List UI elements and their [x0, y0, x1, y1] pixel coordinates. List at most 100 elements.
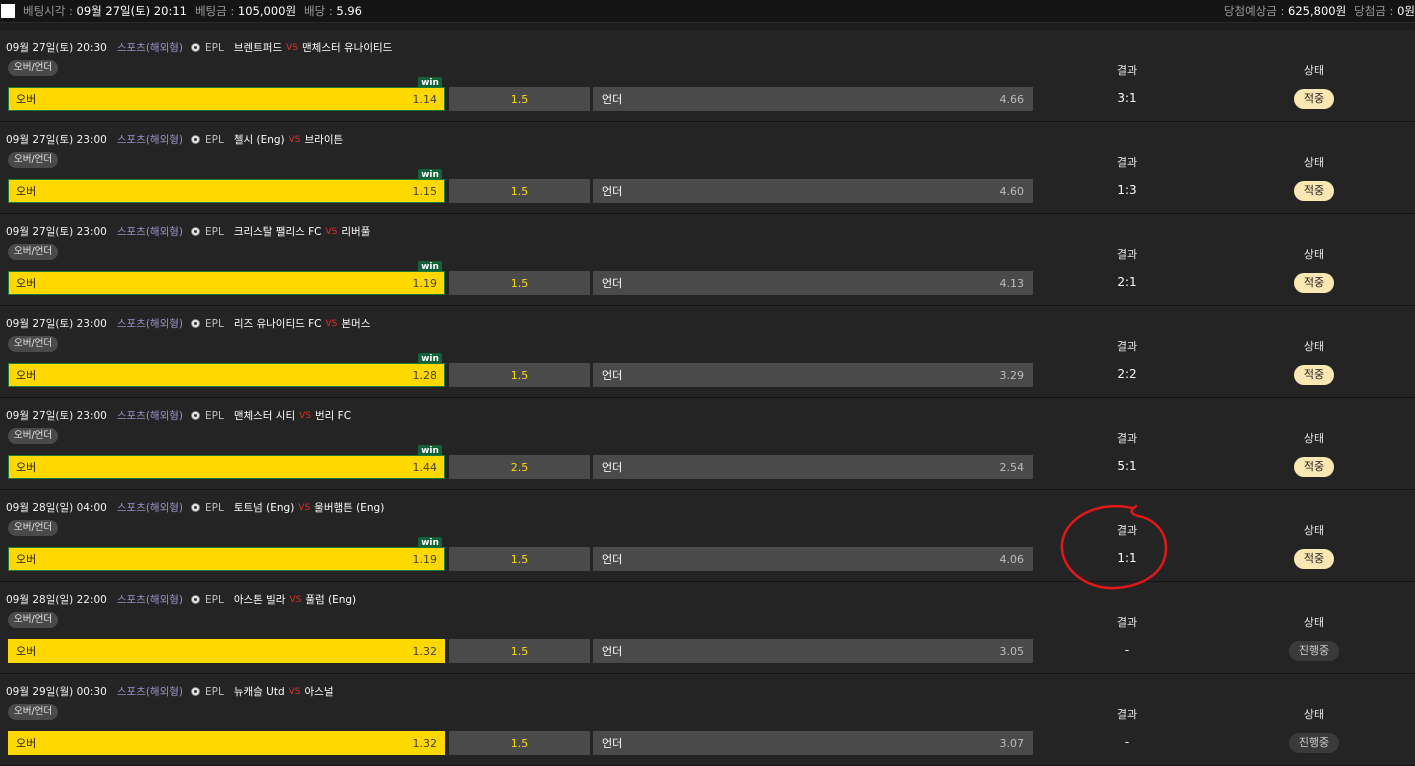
over-bet-button[interactable]: 오버 1.15	[8, 179, 445, 203]
under-bet-button[interactable]: 언더 4.60	[593, 179, 1033, 203]
home-team: 아스톤 빌라	[233, 594, 286, 606]
match-result: -	[1124, 735, 1130, 749]
match-result: 2:2	[1117, 367, 1137, 381]
under-bet-button[interactable]: 언더 3.07	[593, 731, 1033, 755]
over-odds: 1.14	[412, 92, 438, 106]
match-date: 09월 27일(토) 23:00	[6, 226, 107, 238]
match-row: 09월 27일(토) 23:00 스포츠(해외형) EPL 리즈 유나이티드 F…	[0, 306, 1415, 398]
vs-label: VS	[299, 410, 312, 421]
status-badge: 진행중	[1289, 733, 1339, 753]
over-odds: 1.15	[412, 184, 438, 198]
over-label: 오버	[16, 185, 37, 198]
status-label: 상태	[1303, 524, 1325, 537]
over-odds: 1.19	[412, 276, 438, 290]
payout-amount: 당첨금 : 0원	[1354, 4, 1415, 18]
league-name: EPL	[205, 41, 224, 54]
match-header: 09월 27일(토) 23:00 스포츠(해외형) EPL 첼시 (Eng) V…	[6, 132, 343, 147]
over-label: 오버	[16, 369, 37, 382]
status-badge: 진행중	[1289, 641, 1339, 661]
status-badge: 적중	[1294, 181, 1334, 201]
vs-label: VS	[288, 686, 301, 697]
match-header: 09월 27일(토) 23:00 스포츠(해외형) EPL 맨체스터 시티 VS…	[6, 408, 351, 423]
match-header: 09월 29일(월) 00:30 스포츠(해외형) EPL 뉴캐슬 Utd VS…	[6, 684, 333, 699]
soccer-ball-icon	[191, 43, 200, 52]
under-odds: 3.05	[999, 644, 1025, 658]
match-date: 09월 27일(토) 23:00	[6, 410, 107, 422]
vs-label: VS	[298, 502, 311, 513]
soccer-ball-icon	[191, 319, 200, 328]
total-odds: 배당 : 5.96	[304, 4, 362, 18]
under-bet-button[interactable]: 언더 4.66	[593, 87, 1033, 111]
vs-label: VS	[289, 594, 302, 605]
under-label: 언더	[602, 185, 623, 198]
under-label: 언더	[602, 461, 623, 474]
under-odds: 4.13	[999, 276, 1025, 290]
under-bet-button[interactable]: 언더 2.54	[593, 455, 1033, 479]
match-row: 09월 27일(토) 23:00 스포츠(해외형) EPL 첼시 (Eng) V…	[0, 122, 1415, 214]
match-header: 09월 28일(일) 04:00 스포츠(해외형) EPL 토트넘 (Eng) …	[6, 500, 384, 515]
over-bet-button[interactable]: 오버 1.19	[8, 547, 445, 571]
over-bet-button[interactable]: 오버 1.32	[8, 731, 445, 755]
result-label: 결과	[1116, 248, 1138, 261]
bet-type-pill: 오버/언더	[8, 704, 59, 720]
under-label: 언더	[602, 93, 623, 106]
match-result: 1:3	[1117, 183, 1137, 197]
vs-label: VS	[325, 318, 338, 329]
match-row: 09월 27일(토) 23:00 스포츠(해외형) EPL 맨체스터 시티 VS…	[0, 398, 1415, 490]
over-label: 오버	[16, 461, 37, 474]
over-bet-button[interactable]: 오버 1.14	[8, 87, 445, 111]
over-odds: 1.32	[412, 736, 438, 750]
soccer-ball-icon	[191, 135, 200, 144]
status-label: 상태	[1303, 432, 1325, 445]
status-badge: 적중	[1294, 549, 1334, 569]
league-name: EPL	[205, 685, 224, 698]
bet-type-pill: 오버/언더	[8, 520, 59, 536]
over-bet-button[interactable]: 오버 1.28	[8, 363, 445, 387]
under-label: 언더	[602, 277, 623, 290]
home-team: 맨체스터 시티	[233, 410, 296, 422]
over-bet-button[interactable]: 오버 1.19	[8, 271, 445, 295]
over-odds: 1.32	[412, 644, 438, 658]
status-label: 상태	[1303, 708, 1325, 721]
home-team: 뉴캐슬 Utd	[233, 686, 285, 698]
league-name: EPL	[205, 593, 224, 606]
over-bet-button[interactable]: 오버 1.32	[8, 639, 445, 663]
bet-type-pill: 오버/언더	[8, 428, 59, 444]
soccer-ball-icon	[191, 411, 200, 420]
bet-type-pill: 오버/언더	[8, 244, 59, 260]
select-checkbox[interactable]	[1, 4, 15, 18]
handicap-line: 1.5	[449, 87, 590, 111]
over-odds: 1.44	[412, 460, 438, 474]
soccer-ball-icon	[191, 227, 200, 236]
status-label: 상태	[1303, 156, 1325, 169]
match-row: 09월 29일(월) 00:30 스포츠(해외형) EPL 뉴캐슬 Utd VS…	[0, 674, 1415, 766]
result-label: 결과	[1116, 156, 1138, 169]
over-bet-button[interactable]: 오버 1.44	[8, 455, 445, 479]
bet-type-pill: 오버/언더	[8, 336, 59, 352]
bet-slip-header: 베팅시각 : 09월 27일(토) 20:11 베팅금 : 105,000원 배…	[0, 0, 1415, 23]
status-label: 상태	[1303, 248, 1325, 261]
handicap-line: 1.5	[449, 271, 590, 295]
under-odds: 3.07	[999, 736, 1025, 750]
under-bet-button[interactable]: 언더 4.06	[593, 547, 1033, 571]
away-team: 울버햄튼 (Eng)	[314, 502, 385, 514]
vs-label: VS	[286, 42, 299, 53]
under-label: 언더	[602, 645, 623, 658]
under-odds: 3.29	[999, 368, 1025, 382]
match-category: 스포츠(해외형)	[116, 42, 183, 54]
result-label: 결과	[1116, 524, 1138, 537]
match-row: 09월 27일(토) 23:00 스포츠(해외형) EPL 크리스탈 팰리스 F…	[0, 214, 1415, 306]
match-header: 09월 27일(토) 23:00 스포츠(해외형) EPL 크리스탈 팰리스 F…	[6, 224, 370, 239]
under-bet-button[interactable]: 언더 4.13	[593, 271, 1033, 295]
result-label: 결과	[1116, 708, 1138, 721]
under-bet-button[interactable]: 언더 3.29	[593, 363, 1033, 387]
match-result: 3:1	[1117, 91, 1137, 105]
league-name: EPL	[205, 501, 224, 514]
over-label: 오버	[16, 93, 37, 106]
over-label: 오버	[16, 277, 37, 290]
league-name: EPL	[205, 317, 224, 330]
match-row: 09월 28일(일) 04:00 스포츠(해외형) EPL 토트넘 (Eng) …	[0, 490, 1415, 582]
match-header: 09월 27일(토) 20:30 스포츠(해외형) EPL 브렌트퍼드 VS 맨…	[6, 40, 392, 55]
under-bet-button[interactable]: 언더 3.05	[593, 639, 1033, 663]
away-team: 풀럼 (Eng)	[305, 594, 357, 606]
